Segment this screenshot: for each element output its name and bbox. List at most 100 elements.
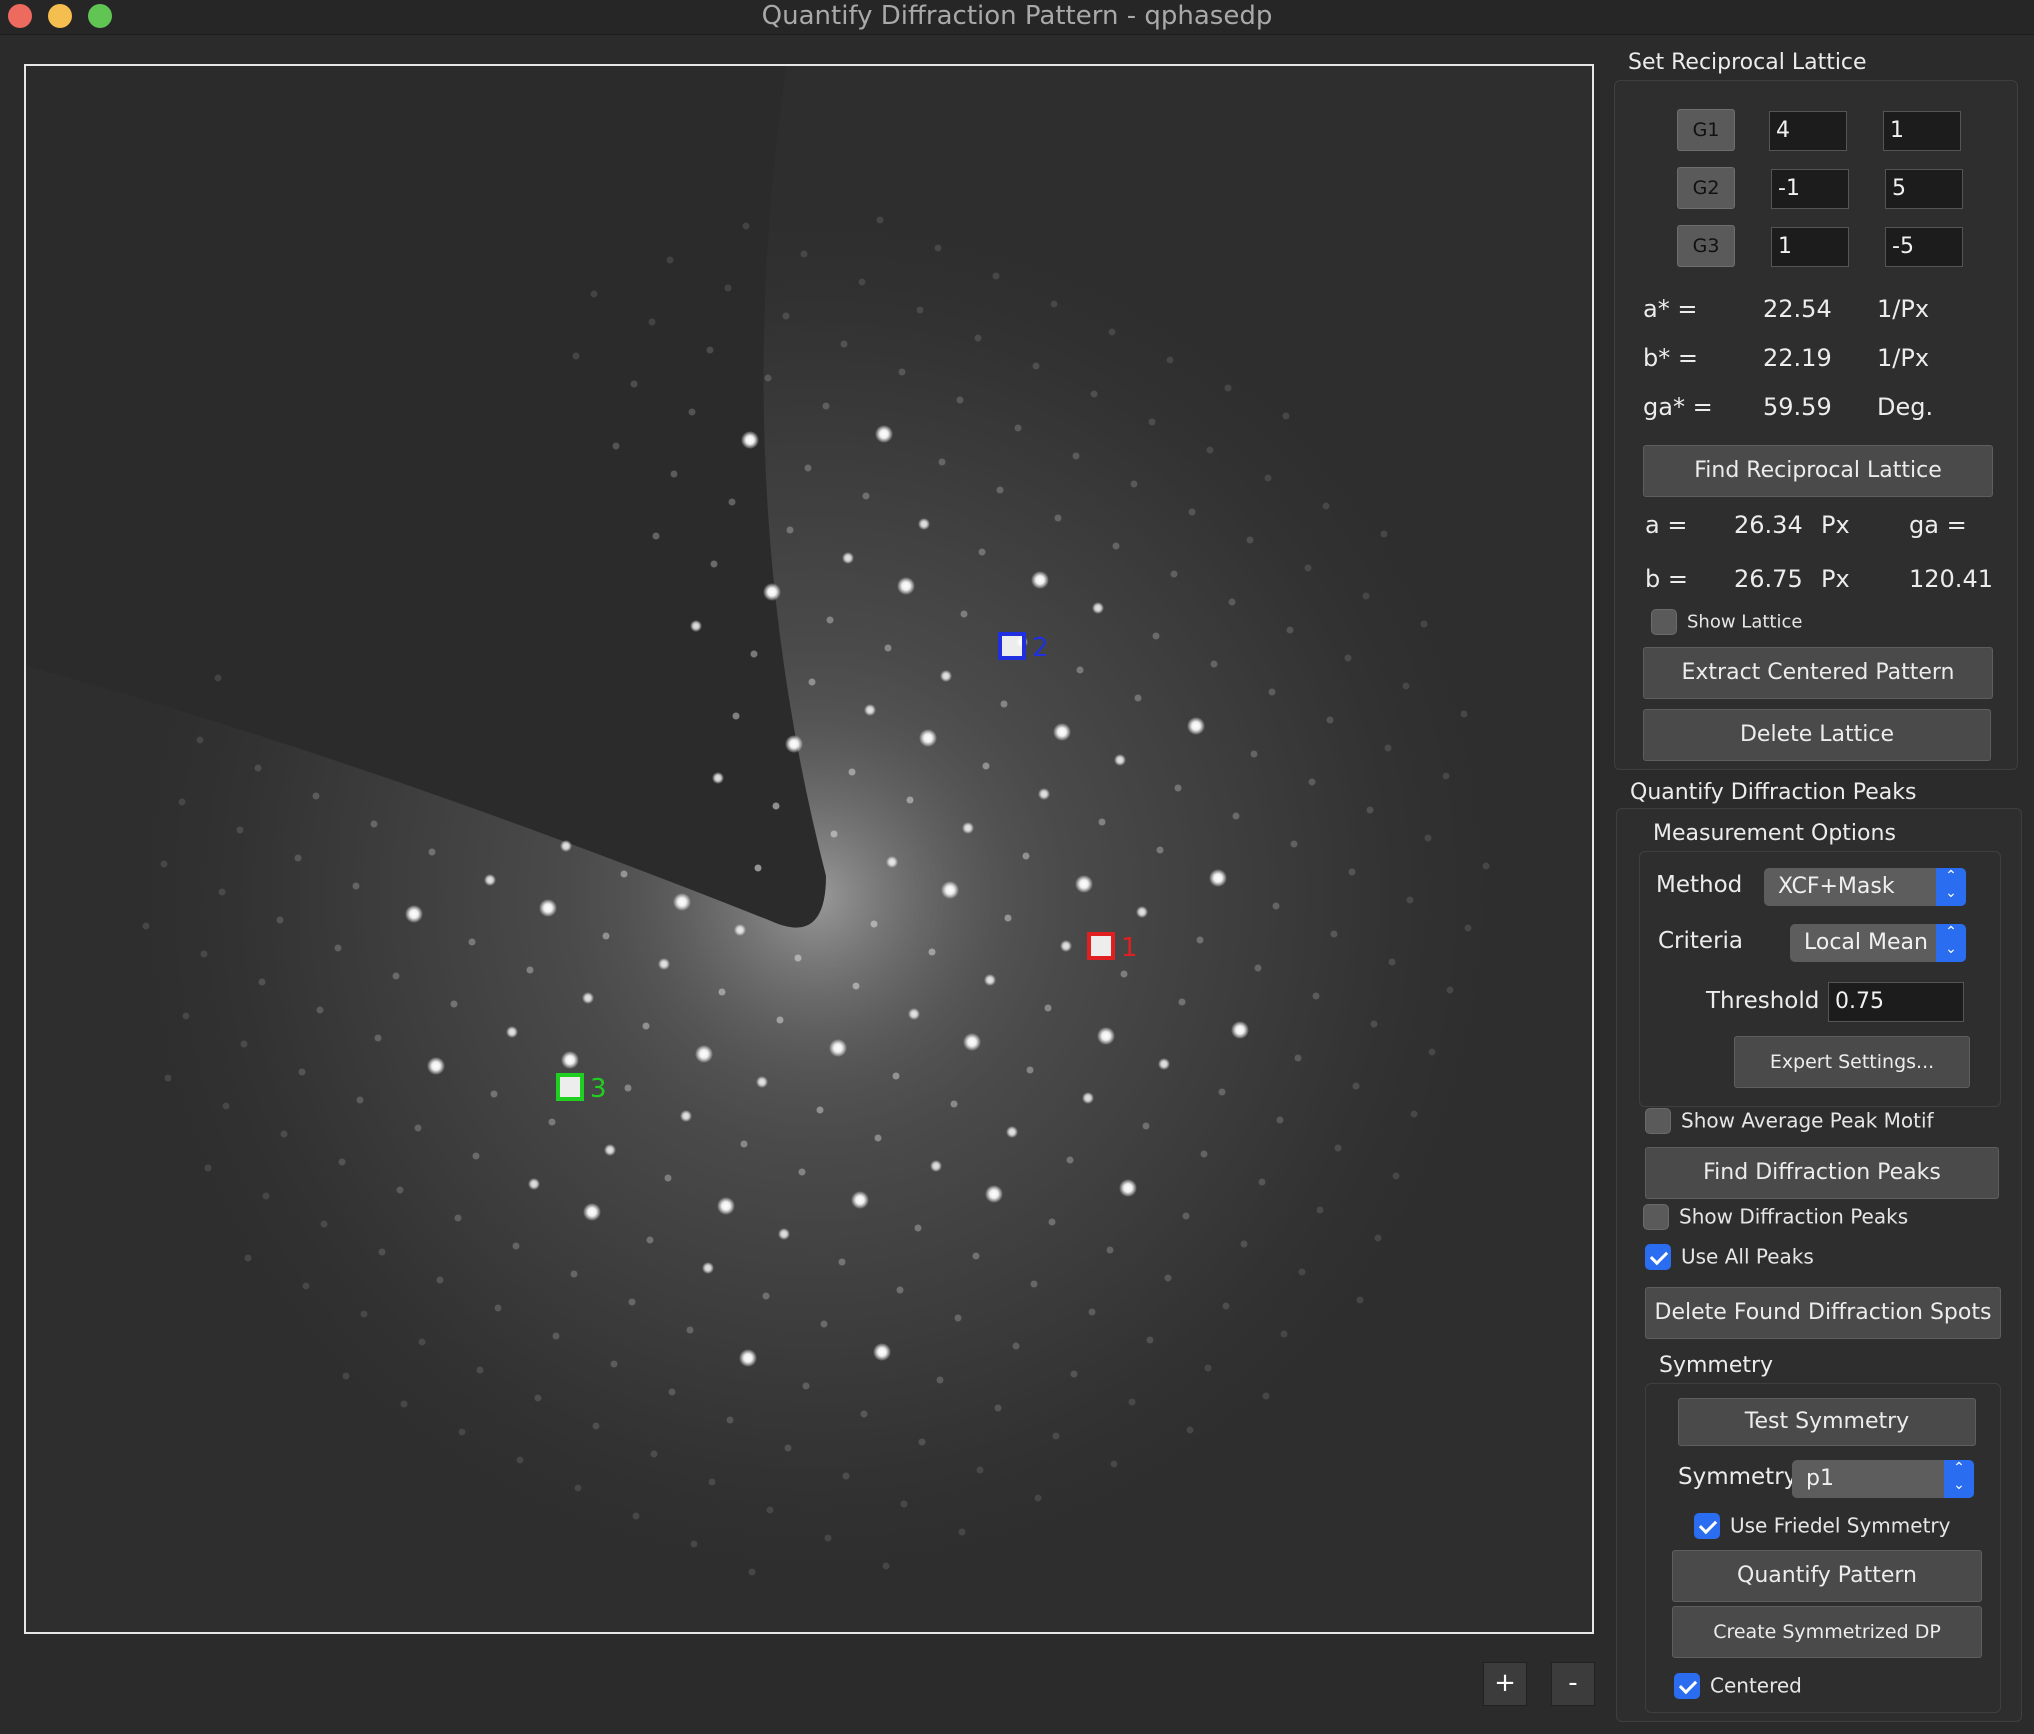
diffraction-spot: [782, 312, 790, 320]
diffraction-spot: [400, 1400, 408, 1408]
diffraction-spot: [516, 1456, 524, 1464]
criteria-stepper-icon[interactable]: ⌃ ⌄: [1936, 924, 1966, 962]
diffraction-spot: [1250, 750, 1258, 758]
diffraction-spot: [539, 899, 557, 917]
diffraction-spot: [1072, 452, 1080, 460]
symmetry-stepper-icon[interactable]: ⌃ ⌄: [1944, 1460, 1974, 1498]
show-peaks-check-icon[interactable]: [1643, 1203, 1669, 1230]
use-all-check-icon[interactable]: [1645, 1243, 1671, 1270]
diffraction-spot: [630, 380, 638, 388]
diffraction-spot: [1222, 1302, 1230, 1310]
diffraction-spot: [776, 1016, 784, 1024]
diffraction-spot: [680, 1110, 692, 1122]
diffraction-spot: [1188, 508, 1196, 516]
diffraction-spot: [976, 1466, 984, 1474]
threshold-field[interactable]: 0.75: [1828, 982, 1964, 1022]
delete-found-spots-button[interactable]: Delete Found Diffraction Spots: [1645, 1287, 2001, 1339]
test-symmetry-button[interactable]: Test Symmetry: [1678, 1398, 1976, 1446]
diffraction-spot: [624, 1084, 632, 1092]
method-value: XCF+Mask: [1778, 874, 1895, 899]
diffraction-spot: [468, 938, 476, 946]
peak-marker-2[interactable]: [998, 632, 1026, 660]
diffraction-spot: [1424, 834, 1432, 842]
diffraction-spot: [1272, 902, 1280, 910]
diffraction-spot: [994, 1404, 1002, 1412]
diffraction-spot: [702, 1262, 714, 1274]
g1-h-field[interactable]: 4: [1769, 111, 1847, 151]
use-all-peaks-checkbox[interactable]: Use All Peaks: [1645, 1243, 1814, 1273]
g3-button[interactable]: G3: [1677, 225, 1735, 267]
find-diffraction-peaks-button[interactable]: Find Diffraction Peaks: [1645, 1147, 1999, 1199]
zoom-out-button[interactable]: -: [1551, 1662, 1595, 1706]
diffraction-spot: [873, 1343, 891, 1361]
diffraction-spot: [1060, 940, 1072, 952]
peak-marker-1[interactable]: [1087, 932, 1115, 960]
centered-check-icon[interactable]: [1674, 1672, 1700, 1699]
g1-button[interactable]: G1: [1677, 109, 1735, 151]
diffraction-spot: [1362, 592, 1370, 600]
diffraction-spot: [1044, 1004, 1052, 1012]
diffraction-spot: [1446, 986, 1454, 994]
diffraction-spot: [858, 278, 866, 286]
diffraction-spot: [740, 1140, 748, 1148]
diffraction-spot: [1053, 723, 1071, 741]
g2-button[interactable]: G2: [1677, 167, 1735, 209]
diffraction-spot: [914, 1224, 922, 1232]
diffraction-spot: [1038, 788, 1050, 800]
find-reciprocal-lattice-button[interactable]: Find Reciprocal Lattice: [1643, 445, 1993, 497]
show-motif-check-icon[interactable]: [1645, 1107, 1671, 1134]
title-bar: Quantify Diffraction Pattern - qphasedp: [0, 0, 2034, 35]
g3-k-field[interactable]: -5: [1885, 227, 1963, 267]
diffraction-spot: [852, 982, 860, 990]
diffraction-spot: [658, 958, 670, 970]
diffraction-spot: [1402, 682, 1410, 690]
criteria-select[interactable]: Local Mean ⌃ ⌄: [1790, 924, 1966, 962]
b-value: 26.75: [1734, 565, 1803, 593]
diffraction-spot: [748, 1568, 756, 1576]
diffraction-spot: [1026, 1066, 1034, 1074]
method-select[interactable]: XCF+Mask ⌃ ⌄: [1764, 868, 1966, 906]
show-diffraction-peaks-checkbox[interactable]: Show Diffraction Peaks: [1643, 1203, 1908, 1233]
centered-checkbox[interactable]: Centered: [1674, 1672, 1802, 1702]
friedel-check-icon[interactable]: [1694, 1512, 1720, 1539]
diffraction-spot: [1218, 1088, 1226, 1096]
show-average-peak-motif-checkbox[interactable]: Show Average Peak Motif: [1645, 1107, 1934, 1137]
a-star-label: a* =: [1643, 295, 1698, 323]
create-symmetrized-dp-button[interactable]: Create Symmetrized DP: [1672, 1606, 1982, 1658]
diffraction-spot: [724, 284, 732, 292]
ga-label: ga =: [1909, 511, 1967, 539]
diffraction-spot: [1380, 530, 1388, 538]
quantify-pattern-button[interactable]: Quantify Pattern: [1672, 1550, 1982, 1602]
symmetry-title: Symmetry: [1659, 1353, 1774, 1378]
diffraction-spot: [882, 1562, 890, 1570]
method-stepper-icon[interactable]: ⌃ ⌄: [1936, 868, 1966, 906]
diffraction-spot: [1128, 1398, 1136, 1406]
diffraction-image-view[interactable]: 1 2 3: [24, 64, 1594, 1634]
diffraction-image[interactable]: 1 2 3: [26, 66, 1592, 1632]
peak-marker-3[interactable]: [556, 1073, 584, 1101]
delete-lattice-button[interactable]: Delete Lattice: [1643, 709, 1991, 761]
method-label: Method: [1656, 872, 1743, 898]
g3-h-field[interactable]: 1: [1771, 227, 1849, 267]
use-friedel-symmetry-checkbox[interactable]: Use Friedel Symmetry: [1694, 1512, 1950, 1542]
g2-h-field[interactable]: -1: [1771, 169, 1849, 209]
show-lattice-check-icon[interactable]: [1651, 609, 1677, 635]
diffraction-spot: [741, 431, 759, 449]
diffraction-spot: [940, 670, 952, 682]
diffraction-spot: [1420, 620, 1428, 628]
expert-settings-button[interactable]: Expert Settings...: [1734, 1036, 1970, 1088]
zoom-in-button[interactable]: +: [1483, 1662, 1527, 1706]
diffraction-spot: [590, 290, 598, 298]
diffraction-spot: [892, 1072, 900, 1080]
symmetry-group: Test Symmetry Symmetry p1 ⌃ ⌄ Use Friedel…: [1645, 1383, 2001, 1713]
diffraction-spot: [298, 1068, 306, 1076]
extract-centered-pattern-button[interactable]: Extract Centered Pattern: [1643, 647, 1993, 699]
g2-k-field[interactable]: 5: [1885, 169, 1963, 209]
diffraction-spot: [876, 216, 884, 224]
g1-k-field[interactable]: 1: [1883, 111, 1961, 151]
symmetry-select[interactable]: p1 ⌃ ⌄: [1792, 1460, 1974, 1498]
diffraction-spot: [1388, 958, 1396, 966]
diffraction-spot: [1130, 480, 1138, 488]
show-lattice-checkbox[interactable]: Show Lattice: [1651, 609, 1802, 639]
diffraction-spot: [1170, 570, 1178, 578]
